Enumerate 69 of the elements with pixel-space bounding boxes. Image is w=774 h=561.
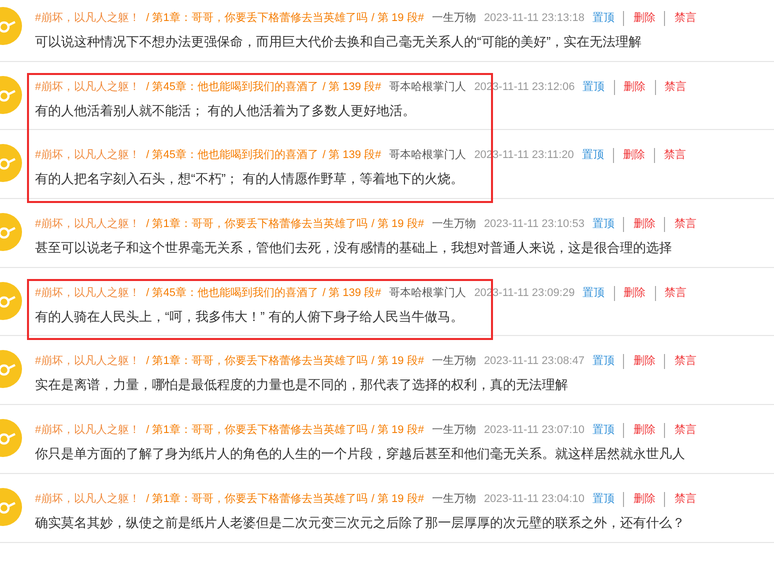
timestamp: 2023-11-11 23:08:47 <box>484 354 584 370</box>
comment-text: 甚至可以说老子和这个世界毫无关系，管他们去死，没有感情的基础上，我想对普通人来说，这是很合理的选择 <box>35 239 673 258</box>
book-link[interactable]: #崩坏，以凡人之躯！ <box>35 80 140 95</box>
delete-link[interactable]: 删除 <box>614 80 646 95</box>
delete-link[interactable]: 删除 <box>612 148 645 164</box>
username: 一生万物 <box>432 423 476 438</box>
pin-link[interactable]: 置顶 <box>582 148 604 164</box>
mute-link[interactable]: 禁言 <box>654 286 687 301</box>
pin-link[interactable]: 置顶 <box>592 492 614 507</box>
chapter-link[interactable]: / 第1章：哥哥，你要丢下格蕾修去当英雄了吗 <box>146 11 368 26</box>
chapter-link[interactable]: / 第1章：哥哥，你要丢下格蕾修去当英雄了吗 <box>146 423 368 438</box>
mute-link[interactable]: 禁言 <box>664 492 696 507</box>
delete-link[interactable]: 删除 <box>623 423 656 438</box>
chapter-link[interactable]: / 第45章：他也能喝到我们的喜酒了 <box>146 148 318 164</box>
book-link[interactable]: #崩坏，以凡人之躯！ <box>35 11 140 26</box>
pin-link[interactable]: 置顶 <box>592 354 614 370</box>
paragraph-link[interactable]: / 第 19 段# <box>371 217 424 232</box>
username: 一生万物 <box>432 11 476 26</box>
book-link[interactable]: #崩坏，以凡人之躯！ <box>35 492 140 507</box>
book-link[interactable]: #崩坏，以凡人之躯！ <box>35 354 140 370</box>
chapter-link[interactable]: / 第45章：他也能喝到我们的喜酒了 <box>146 80 318 95</box>
delete-link[interactable]: 删除 <box>614 286 646 301</box>
chapter-link[interactable]: / 第1章：哥哥，你要丢下格蕾修去当英雄了吗 <box>146 492 368 507</box>
mute-link[interactable]: 禁言 <box>654 80 687 95</box>
username: 哥本哈根掌门人 <box>389 286 466 301</box>
timestamp: 2023-11-11 23:10:53 <box>484 217 584 232</box>
paragraph-link[interactable]: / 第 19 段# <box>371 354 424 370</box>
chapter-link[interactable]: / 第1章：哥哥，你要丢下格蕾修去当英雄了吗 <box>146 217 368 232</box>
mute-link[interactable]: 禁言 <box>664 217 696 232</box>
pin-link[interactable]: 置顶 <box>582 80 605 95</box>
book-link[interactable]: #崩坏，以凡人之躯！ <box>35 423 140 438</box>
paragraph-link[interactable]: / 第 19 段# <box>371 11 424 26</box>
username: 哥本哈根掌门人 <box>389 148 466 164</box>
timestamp: 2023-11-11 23:13:18 <box>484 11 584 26</box>
comment-text: 有的人骑在人民头上，“呵，我多伟大！” 有的人俯下身子给人民当牛做马。 <box>35 308 464 326</box>
timestamp: 2023-11-11 23:04:10 <box>484 492 584 507</box>
book-link[interactable]: #崩坏，以凡人之躯！ <box>35 286 140 301</box>
pin-link[interactable]: 置顶 <box>592 217 614 232</box>
delete-link[interactable]: 删除 <box>623 217 656 232</box>
delete-link[interactable]: 删除 <box>623 492 656 507</box>
comment-text: 确实莫名其妙，纵使之前是纸片人老婆但是二次元变三次元之后除了那一层厚厚的次元壁的联系之外，还有什么？ <box>35 514 686 532</box>
timestamp: 2023-11-11 23:07:10 <box>484 423 584 438</box>
comment-text: 你只是单方面的了解了身为纸片人的角色的人生的一个片段，穿越后甚至和他们毫无关系。就这样居然就永世凡人 <box>35 445 686 464</box>
paragraph-link[interactable]: / 第 139 段# <box>322 148 382 164</box>
pin-link[interactable]: 置顶 <box>592 423 614 438</box>
book-link[interactable]: #崩坏，以凡人之躯！ <box>35 217 140 232</box>
username: 一生万物 <box>432 217 476 232</box>
delete-link[interactable]: 删除 <box>623 11 656 26</box>
mute-link[interactable]: 禁言 <box>654 148 686 164</box>
comment-text: 有的人他活着别人就不能活； 有的人他活着为了多数人更好地活。 <box>35 102 417 120</box>
delete-link[interactable]: 删除 <box>623 354 656 370</box>
mute-link[interactable]: 禁言 <box>664 11 696 26</box>
paragraph-link[interactable]: / 第 139 段# <box>322 80 382 95</box>
paragraph-link[interactable]: / 第 19 段# <box>371 492 424 507</box>
mute-link[interactable]: 禁言 <box>664 423 696 438</box>
username: 一生万物 <box>432 492 476 507</box>
pin-link[interactable]: 置顶 <box>592 11 614 26</box>
comment-text: 可以说这种情况下不想办法更强保命，而用巨大代价去换和自己毫无关系人的“可能的美好”，实在无法理解 <box>35 33 643 51</box>
chapter-link[interactable]: / 第1章：哥哥，你要丢下格蕾修去当英雄了吗 <box>146 354 368 370</box>
paragraph-link[interactable]: / 第 139 段# <box>322 286 382 301</box>
mute-link[interactable]: 禁言 <box>664 354 696 370</box>
paragraph-link[interactable]: / 第 19 段# <box>371 423 424 438</box>
chapter-link[interactable]: / 第45章：他也能喝到我们的喜酒了 <box>146 286 318 301</box>
username: 一生万物 <box>432 354 476 370</box>
pin-link[interactable]: 置顶 <box>582 286 605 301</box>
book-link[interactable]: #崩坏，以凡人之躯！ <box>35 148 140 164</box>
comment-text: 有的人把名字刻入石头，想“不朽”； 有的人情愿作野草，等着地下的火烧。 <box>35 170 464 188</box>
comment-text: 实在是离谱，力量，哪怕是最低程度的力量也是不同的，那代表了选择的权利，真的无法理解 <box>35 376 569 394</box>
username: 哥本哈根掌门人 <box>389 80 466 95</box>
